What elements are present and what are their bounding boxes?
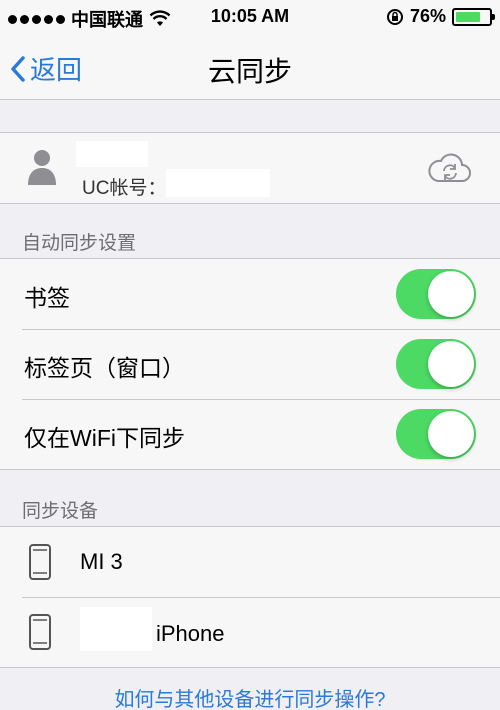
uc-account-value [166,169,270,197]
cloud-sync-icon[interactable] [426,151,472,185]
wifi-only-toggle[interactable] [396,409,476,459]
phone-icon [29,544,51,580]
account-name [76,141,148,167]
uc-account-label: UC帐号： [82,178,167,199]
device-name: iPhone [156,621,225,646]
battery-icon [452,7,495,26]
battery-percent: 76% [409,6,446,26]
nav-bar: 返回 云同步 [0,34,500,100]
device-name: MI 3 [80,549,123,574]
phone-icon [29,614,51,650]
setting-label: 书签 [24,285,70,311]
account-row: UC帐号： [0,132,500,204]
page-title: 云同步 [207,56,292,87]
help-link[interactable]: 如何与其他设备进行同步操作? [0,683,500,710]
setting-row-tabs: 标签页（窗口） [0,329,500,399]
settings-group: 书签 标签页（窗口） 仅在WiFi下同步 [0,258,500,470]
device-row[interactable]: iPhone [0,597,500,667]
rotation-lock-icon [386,8,403,25]
status-bar: 中国联通 10:05 AM 76% [0,0,500,34]
device-row[interactable]: MI 3 [0,527,500,597]
setting-row-wifi-only: 仅在WiFi下同步 [0,399,500,469]
tabs-toggle[interactable] [396,339,476,389]
devices-group: MI 3 iPhone [0,526,500,668]
section-header-auto-sync: 自动同步设置 [22,233,137,254]
avatar-icon [28,150,56,185]
device-owner-mask [80,607,152,651]
bookmarks-toggle[interactable] [396,269,476,319]
section-header-devices: 同步设备 [22,501,99,522]
setting-row-bookmarks: 书签 [0,259,500,329]
status-right: 76% [386,6,495,27]
setting-label: 仅在WiFi下同步 [24,425,185,451]
setting-label: 标签页（窗口） [24,355,185,381]
